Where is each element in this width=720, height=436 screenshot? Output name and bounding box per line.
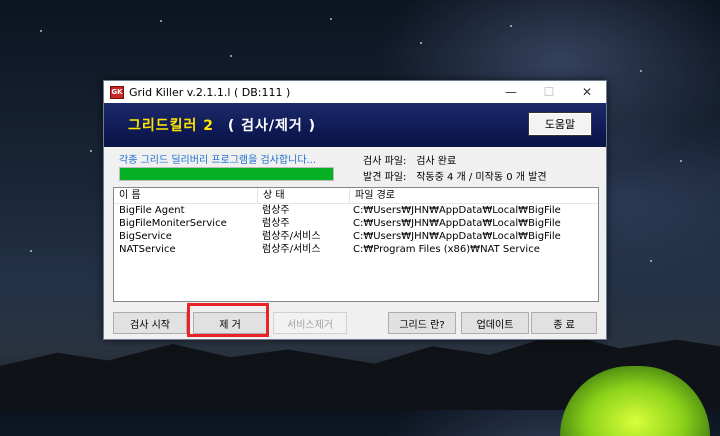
app-icon: GK (110, 85, 124, 99)
row-name: BigFile Agent (119, 205, 185, 216)
banner-title: 그리드킬러 2 ( 검사/제거 ) (128, 115, 316, 135)
window-title: Grid Killer v.2.1.1.l ( DB:111 ) (129, 85, 291, 99)
grid-info-button[interactable]: 그리드 란? (388, 312, 456, 334)
column-header-name[interactable]: 이 름 (114, 188, 258, 203)
window-controls: — ☐ ✕ (492, 81, 606, 103)
scan-file-value: 검사 완료 (416, 156, 457, 167)
row-state: 럼상주/서비스 (262, 231, 321, 242)
row-name: BigService (119, 231, 172, 242)
maximize-button: ☐ (543, 85, 555, 99)
row-state: 럼상주/서비스 (262, 244, 321, 255)
help-button[interactable]: 도움말 (528, 112, 592, 136)
highlight-box (187, 303, 269, 337)
app-name: 그리드킬러 2 (128, 118, 215, 134)
exit-button[interactable]: 종 료 (531, 312, 597, 334)
status-area: 각종 그리드 딜리버리 프로그램을 검사합니다... 검사 파일: 검사 완료 … (104, 147, 606, 187)
column-header-path[interactable]: 파일 경로 (350, 188, 598, 203)
row-name: BigFileMoniterService (119, 218, 227, 229)
list-row[interactable]: BigService 럼상주/서비스 C:₩Users₩JHN₩AppData₩… (114, 230, 598, 243)
row-path: C:₩Users₩JHN₩AppData₩Local₩BigFile (353, 218, 561, 229)
row-path: C:₩Users₩JHN₩AppData₩Local₩BigFile (353, 205, 561, 216)
close-button[interactable]: ✕ (568, 81, 606, 103)
results-list[interactable]: 이 름 상 태 파일 경로 BigFile Agent 럼상주 C:₩Users… (113, 187, 599, 302)
scan-file-row: 검사 파일: 검사 완료 (363, 152, 456, 167)
update-button[interactable]: 업데이트 (461, 312, 529, 334)
list-row[interactable]: BigFile Agent 럼상주 C:₩Users₩JHN₩AppData₩L… (114, 204, 598, 217)
progress-fill (120, 168, 333, 180)
banner-subtitle: ( 검사/제거 ) (227, 118, 317, 134)
row-state: 럼상주 (262, 218, 290, 229)
progress-bar (119, 167, 334, 181)
title-bar[interactable]: GK Grid Killer v.2.1.1.l ( DB:111 ) — ☐ … (104, 81, 606, 103)
minimize-button[interactable]: — (492, 81, 530, 103)
row-path: C:₩Users₩JHN₩AppData₩Local₩BigFile (353, 231, 561, 242)
scan-file-label: 검사 파일: (363, 156, 407, 167)
column-header-state[interactable]: 상 태 (258, 188, 350, 203)
found-file-value: 작동중 4 개 / 미작동 0 개 발견 (416, 172, 547, 183)
row-path: C:₩Program Files (x86)₩NAT Service (353, 244, 540, 255)
list-row[interactable]: BigFileMoniterService 럼상주 C:₩Users₩JHN₩A… (114, 217, 598, 230)
header-banner: 그리드킬러 2 ( 검사/제거 ) 도움말 (104, 103, 606, 147)
row-name: NATService (119, 244, 176, 255)
grid-killer-window: GK Grid Killer v.2.1.1.l ( DB:111 ) — ☐ … (103, 80, 607, 340)
found-file-row: 발견 파일: 작동중 4 개 / 미작동 0 개 발견 (363, 168, 547, 183)
scan-message: 각종 그리드 딜리버리 프로그램을 검사합니다... (119, 155, 317, 166)
list-row[interactable]: NATService 럼상주/서비스 C:₩Program Files (x86… (114, 243, 598, 256)
list-header: 이 름 상 태 파일 경로 (114, 188, 598, 204)
row-state: 럼상주 (262, 205, 290, 216)
start-scan-button[interactable]: 검사 시작 (113, 312, 187, 334)
remove-service-button: 서비스제거 (273, 312, 347, 334)
found-file-label: 발견 파일: (363, 172, 407, 183)
